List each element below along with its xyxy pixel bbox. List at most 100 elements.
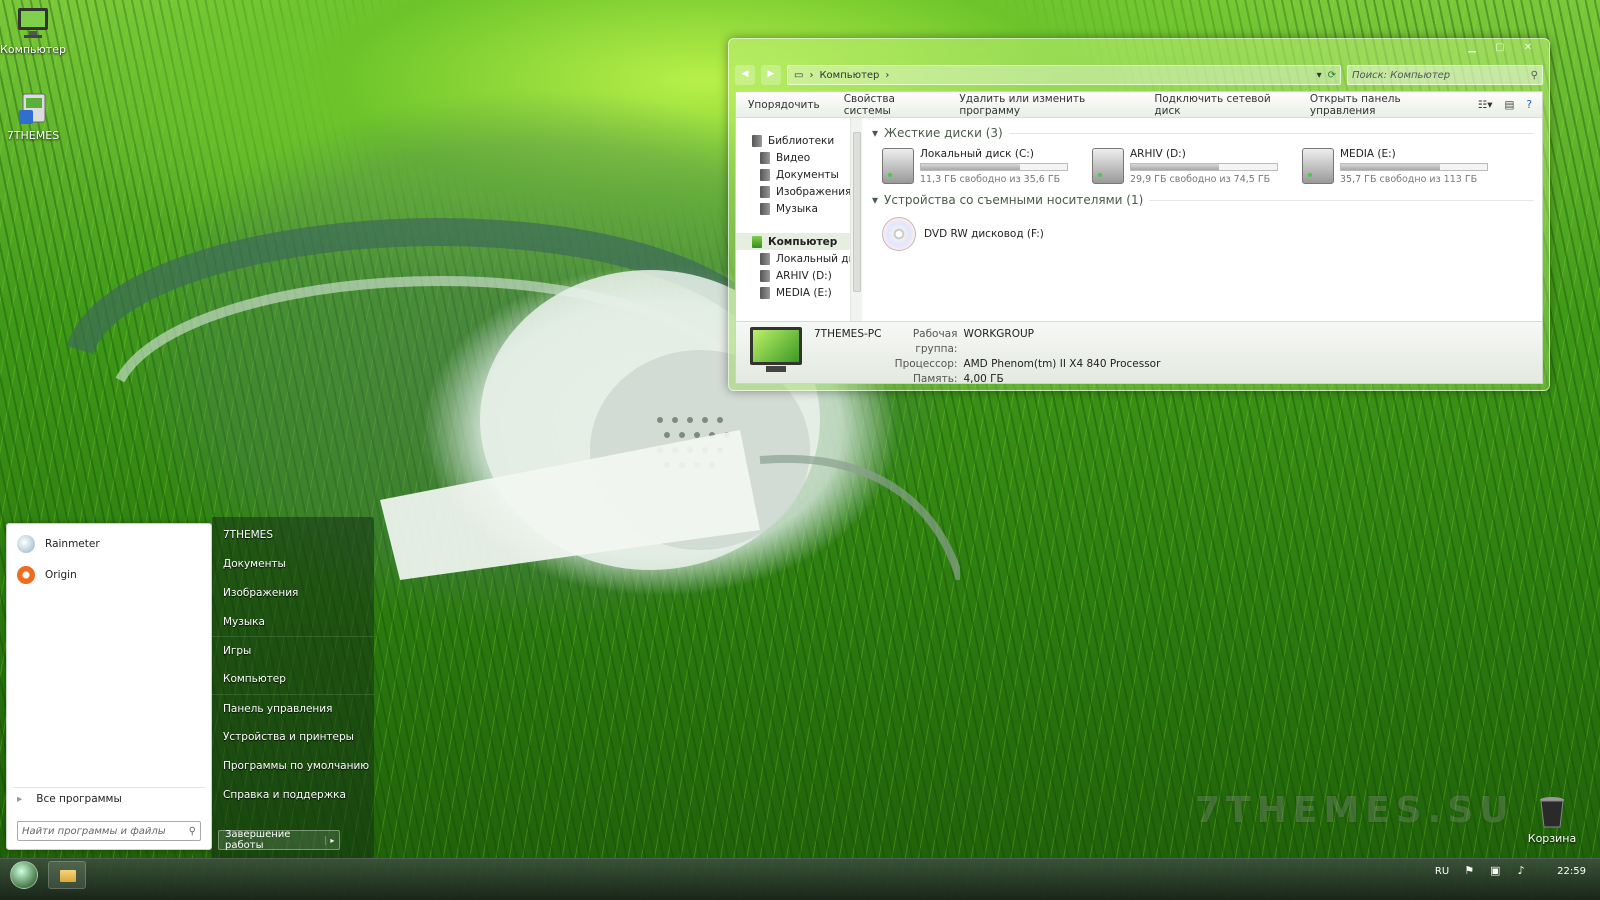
program-origin[interactable]: Origin <box>7 559 211 590</box>
drive-icon <box>760 286 770 299</box>
system-properties-button[interactable]: Свойства системы <box>844 93 936 117</box>
drive-c[interactable]: Локальный диск (C:) 11,3 ГБ свободно из … <box>882 148 1068 185</box>
command-bar: Упорядочить Свойства системы Удалить или… <box>736 92 1542 118</box>
start-item-music[interactable]: Музыка <box>212 607 374 636</box>
open-control-panel-button[interactable]: Открыть панель управления <box>1310 93 1454 117</box>
drives-view: ▾ Жесткие диски (3) Локальный диск (C:) 1… <box>866 122 1534 322</box>
video-icon <box>760 151 770 164</box>
minimize-icon[interactable]: ▁ <box>1459 41 1485 55</box>
desktop-icon-computer[interactable]: Компьютер <box>0 6 66 56</box>
language-indicator[interactable]: RU <box>1435 866 1449 877</box>
start-item-default-programs[interactable]: Программы по умолчанию <box>212 751 374 780</box>
close-icon[interactable]: ✕ <box>1515 41 1541 55</box>
desktop-icon-recycle-bin[interactable]: Корзина <box>1522 795 1582 845</box>
volume-icon[interactable]: ♪ <box>1515 865 1527 877</box>
hard-drive-icon <box>1302 148 1334 184</box>
nav-documents[interactable]: Документы <box>736 166 861 183</box>
view-options-icon[interactable]: ☷▾ <box>1478 99 1493 111</box>
drive-free-space: 35,7 ГБ свободно из 113 ГБ <box>1340 174 1478 185</box>
documents-icon <box>760 168 770 181</box>
computer-large-icon <box>750 327 802 377</box>
program-label: Origin <box>45 568 77 581</box>
address-separator-icon: › <box>809 69 814 81</box>
preview-pane-icon[interactable]: ▤ <box>1505 99 1515 111</box>
start-item-help[interactable]: Справка и поддержка <box>212 780 374 809</box>
start-item-computer[interactable]: Компьютер <box>212 665 374 694</box>
taskbar: RU ⚑ ▣ ♪ 22:59 <box>0 858 1600 900</box>
installer-icon <box>15 92 51 126</box>
drive-name: MEDIA (E:) <box>1340 148 1396 160</box>
program-rainmeter[interactable]: Rainmeter <box>7 528 211 559</box>
drive-free-space: 29,9 ГБ свободно из 74,5 ГБ <box>1130 174 1271 185</box>
nav-libraries[interactable]: Библиотеки <box>736 132 861 149</box>
nav-pictures[interactable]: Изображения <box>736 183 861 200</box>
refresh-icon[interactable]: ⟳ <box>1328 70 1340 81</box>
window-caption-buttons: ▁ ▢ ✕ <box>1459 41 1541 55</box>
music-icon <box>760 202 770 215</box>
taskbar-explorer-button[interactable] <box>48 861 86 889</box>
forward-button[interactable]: ▶ <box>761 65 781 85</box>
computer-small-icon: ▭ <box>794 69 804 81</box>
search-placeholder: Поиск: Компьютер <box>1352 69 1451 81</box>
search-box[interactable]: Поиск: Компьютер ⚲ <box>1347 65 1543 85</box>
start-item-user[interactable]: 7THEMES <box>212 521 374 550</box>
maximize-icon[interactable]: ▢ <box>1487 41 1513 55</box>
group-header-removable[interactable]: ▾ Устройства со съемными носителями (1) <box>872 193 1534 207</box>
search-icon[interactable]: ⚲ <box>1531 70 1538 81</box>
start-item-control-panel[interactable]: Панель управления <box>212 693 374 723</box>
collapse-icon[interactable]: ▾ <box>872 126 878 140</box>
clock[interactable]: 22:59 <box>1557 866 1586 877</box>
start-item-documents[interactable]: Документы <box>212 550 374 579</box>
all-programs-label: Все программы <box>36 792 122 805</box>
search-icon[interactable]: ⚲ <box>189 826 196 837</box>
nav-label: Документы <box>776 168 839 181</box>
nav-drive-e[interactable]: MEDIA (E:) <box>736 284 861 301</box>
computer-icon <box>752 235 762 248</box>
uninstall-program-button[interactable]: Удалить или изменить программу <box>959 93 1130 117</box>
ram-value: 4,00 ГБ <box>963 373 1004 385</box>
collapse-icon[interactable]: ▾ <box>872 193 878 207</box>
nav-computer[interactable]: Компьютер <box>736 233 861 250</box>
shutdown-options-icon[interactable]: ▸ <box>324 835 339 845</box>
start-menu-places: 7THEMES Документы Изображения Музыка Игр… <box>212 517 374 858</box>
nav-scrollbar[interactable] <box>850 118 862 326</box>
desktop-icon-label: Компьютер <box>0 43 66 56</box>
start-button[interactable] <box>10 861 38 889</box>
nav-video[interactable]: Видео <box>736 149 861 166</box>
folder-icon <box>60 870 76 882</box>
drive-d[interactable]: ARHIV (D:) 29,9 ГБ свободно из 74,5 ГБ <box>1092 148 1278 185</box>
help-icon[interactable]: ? <box>1526 99 1532 111</box>
group-header-hdd[interactable]: ▾ Жесткие диски (3) <box>872 126 1534 140</box>
address-dropdown-icon[interactable]: ▾ <box>1317 70 1322 81</box>
organize-button[interactable]: Упорядочить <box>748 99 820 111</box>
drive-dvd[interactable]: DVD RW дисковод (F:) <box>882 217 1534 251</box>
action-center-flag-icon[interactable]: ⚑ <box>1463 865 1475 877</box>
nav-drive-c[interactable]: Локальный диск <box>736 250 861 267</box>
start-item-games[interactable]: Игры <box>212 636 374 665</box>
desktop-icon-7themes[interactable]: 7THEMES <box>0 92 66 142</box>
address-bar[interactable]: ▭ › Компьютер › ▾ ⟳ <box>787 65 1341 85</box>
shutdown-label: Завершение работы <box>225 829 291 851</box>
all-programs-button[interactable]: ▸ Все программы <box>13 787 205 809</box>
back-button[interactable]: ◀ <box>735 65 755 85</box>
start-search-input[interactable]: Найти программы и файлы ⚲ <box>17 821 201 841</box>
details-pane: 7THEMES-PC Рабочая группа: WORKGROUP Проц… <box>736 321 1542 385</box>
origin-icon <box>17 565 35 584</box>
start-item-pictures[interactable]: Изображения <box>212 579 374 608</box>
desktop-icon-label: Корзина <box>1527 832 1577 845</box>
scroll-thumb[interactable] <box>853 132 861 292</box>
group-title: Устройства со съемными носителями (1) <box>884 193 1144 207</box>
start-item-devices-printers[interactable]: Устройства и принтеры <box>212 723 374 752</box>
map-network-drive-button[interactable]: Подключить сетевой диск <box>1154 93 1286 117</box>
hard-drive-icon <box>1092 148 1124 184</box>
drive-usage-bar <box>1340 163 1488 171</box>
drive-free-space: 11,3 ГБ свободно из 35,6 ГБ <box>920 174 1061 185</box>
nav-label: MEDIA (E:) <box>776 286 832 299</box>
address-text: Компьютер <box>819 69 880 81</box>
drive-e[interactable]: MEDIA (E:) 35,7 ГБ свободно из 113 ГБ <box>1302 148 1488 185</box>
network-icon[interactable]: ▣ <box>1489 865 1501 877</box>
nav-music[interactable]: Музыка <box>736 200 861 217</box>
drive-name: DVD RW дисковод (F:) <box>924 228 1044 240</box>
shutdown-button[interactable]: Завершение работы ▸ <box>218 829 340 851</box>
nav-drive-d[interactable]: ARHIV (D:) <box>736 267 861 284</box>
